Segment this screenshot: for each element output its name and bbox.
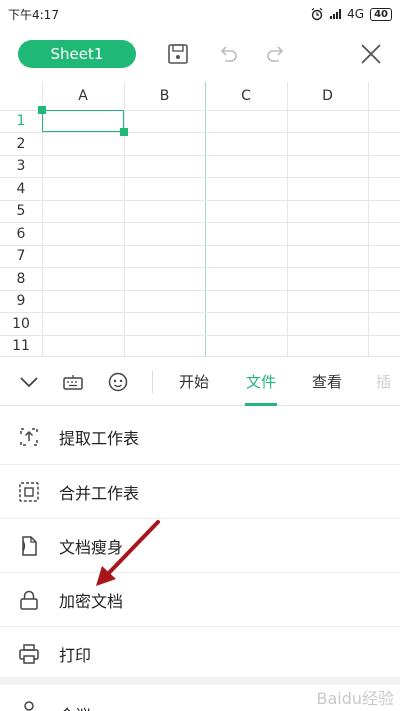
active-tab-indicator [245, 403, 277, 406]
save-icon[interactable] [166, 42, 190, 66]
column-header[interactable]: C [205, 82, 287, 110]
slim-doc-icon [22, 536, 37, 556]
status-time: 下午4:17 [8, 7, 59, 22]
row-header[interactable]: 8 [0, 267, 42, 290]
row-header[interactable]: 11 [0, 335, 42, 356]
column-header[interactable]: B [124, 82, 205, 110]
collapse-chevron-icon[interactable] [17, 370, 41, 394]
menu-item-encrypt-doc[interactable]: 加密文档 [0, 573, 400, 627]
selected-cell[interactable] [42, 110, 124, 132]
row-header[interactable]: 6 [0, 222, 42, 245]
meeting-icon [24, 701, 34, 711]
merge-sheet-icon [19, 482, 39, 502]
menu-item-slim-doc[interactable]: 文档瘦身 [0, 519, 400, 573]
watermark-logo: Baidu经验 [316, 689, 394, 708]
row-header[interactable]: 10 [0, 312, 42, 335]
menu-item-merge-sheet[interactable]: 合并工作表 [0, 465, 400, 519]
alarm-icon [311, 7, 323, 21]
redo-icon[interactable] [264, 42, 288, 66]
status-bar: 下午4:17 4G 40 [0, 0, 400, 28]
sheet-tab-button[interactable]: Sheet1 [18, 40, 136, 68]
assistant-face-icon[interactable] [106, 370, 130, 394]
tab-start[interactable]: 开始 [179, 371, 209, 392]
signal-icon [330, 9, 342, 19]
row-header[interactable]: 1 [0, 110, 42, 132]
keyboard-icon[interactable] [61, 370, 85, 394]
app-toolbar: Sheet1 [0, 28, 400, 80]
row-header[interactable]: 3 [0, 155, 42, 177]
row-header[interactable]: 7 [0, 245, 42, 267]
row-header[interactable]: 5 [0, 200, 42, 222]
battery-indicator: 40 [370, 7, 392, 21]
column-header[interactable]: A [42, 82, 124, 110]
selection-handle[interactable] [38, 106, 46, 114]
undo-icon[interactable] [216, 42, 240, 66]
tab-file[interactable]: 文件 [246, 371, 276, 392]
tab-view[interactable]: 查看 [312, 371, 342, 392]
row-header[interactable]: 9 [0, 290, 42, 312]
lock-icon [20, 590, 38, 610]
ribbon-tab-bar: 开始 文件 查看 插 [0, 356, 400, 406]
network-label: 4G [347, 7, 365, 21]
row-header[interactable]: 2 [0, 132, 42, 155]
menu-item-extract-sheet[interactable]: 提取工作表 [0, 410, 400, 464]
menu-item-print[interactable]: 打印 [0, 627, 400, 681]
tab-divider [152, 371, 153, 393]
extract-sheet-icon [20, 428, 38, 446]
close-icon[interactable] [359, 42, 383, 66]
spreadsheet-grid[interactable]: A B C D 1 2 3 4 5 6 7 8 9 10 11 [0, 82, 400, 356]
row-header[interactable]: 4 [0, 177, 42, 200]
printer-icon [19, 644, 39, 664]
selection-handle[interactable] [120, 128, 128, 136]
section-divider [0, 677, 400, 685]
tab-insert-partial[interactable]: 插 [376, 371, 391, 392]
column-header[interactable]: D [287, 82, 368, 110]
